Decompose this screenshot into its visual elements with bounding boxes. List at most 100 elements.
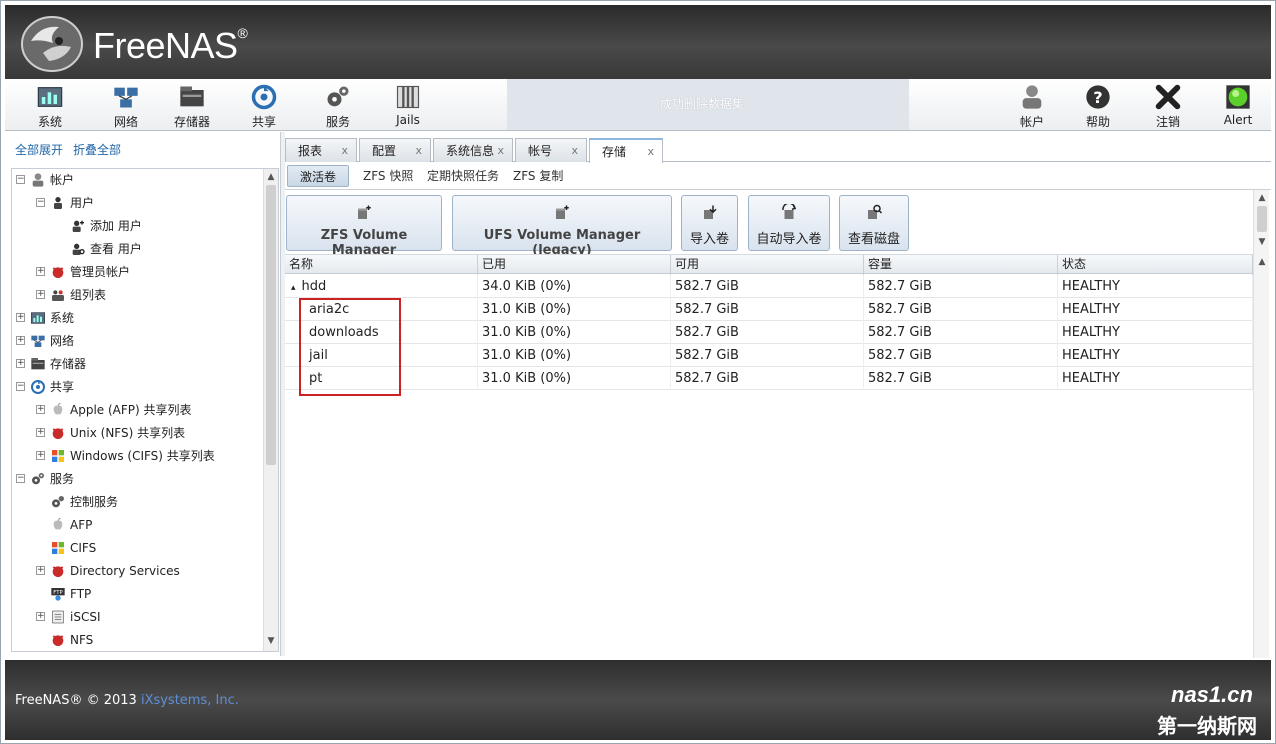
control-services-icon: [52, 496, 64, 508]
expand-icon[interactable]: +: [16, 359, 25, 368]
close-icon[interactable]: x: [647, 140, 654, 164]
collapse-icon[interactable]: −: [36, 198, 45, 207]
grid-scrollbar[interactable]: ▲: [1253, 254, 1269, 658]
column-header[interactable]: 状态: [1058, 255, 1253, 275]
expand-icon[interactable]: +: [36, 612, 45, 621]
scroll-up-icon[interactable]: ▲: [266, 171, 276, 183]
collapse-all-link[interactable]: 折叠全部: [73, 143, 121, 157]
tree-item[interactable]: − 共享: [12, 376, 262, 398]
toolbar-logout-button[interactable]: 注销: [1141, 81, 1195, 129]
action-button-0[interactable]: ZFS Volume Manager: [286, 195, 442, 258]
collapse-icon[interactable]: −: [16, 474, 25, 483]
expand-icon[interactable]: +: [36, 405, 45, 414]
expand-icon[interactable]: +: [36, 566, 45, 575]
action-button-4[interactable]: 查看磁盘: [839, 195, 909, 251]
subtab-1[interactable]: ZFS 快照: [363, 165, 413, 187]
table-row[interactable]: downloads 31.0 KiB (0%) 582.7 GiB 582.7 GiB…: [285, 321, 1253, 344]
tree-item[interactable]: CIFS: [12, 537, 262, 559]
tree-scrollbar[interactable]: ▲ ▼: [263, 169, 278, 651]
scroll-up-icon[interactable]: ▲: [1257, 256, 1267, 268]
toolbar-account-button[interactable]: 帐户: [1005, 81, 1059, 129]
toolbar-sharing-button[interactable]: 共享: [237, 81, 291, 129]
collapse-icon[interactable]: ▴: [291, 283, 296, 293]
table-row[interactable]: ▴ hdd 34.0 KiB (0%) 582.7 GiB 582.7 GiB HEALT…: [285, 275, 1253, 298]
close-icon[interactable]: x: [497, 139, 504, 163]
tab-label: 配置: [372, 144, 397, 158]
subtab-3[interactable]: ZFS 复制: [513, 165, 563, 187]
table-row[interactable]: pt 31.0 KiB (0%) 582.7 GiB 582.7 GiB HEALTHY: [285, 367, 1253, 390]
tree-item-label: 服务: [50, 472, 75, 486]
tree-item[interactable]: + 存储器: [12, 353, 262, 375]
scroll-down-icon[interactable]: ▼: [266, 635, 276, 647]
tree-item[interactable]: 添加 用户: [12, 215, 262, 237]
tree-item[interactable]: + 系统: [12, 307, 262, 329]
jails-icon: [396, 85, 420, 109]
action-button-1[interactable]: UFS Volume Manager (legacy): [452, 195, 672, 258]
tree-item[interactable]: + Directory Services: [12, 560, 262, 582]
toolbar-system-button[interactable]: 系统: [23, 81, 77, 129]
scroll-up-icon[interactable]: ▲: [1257, 192, 1267, 204]
column-header[interactable]: 容量: [864, 255, 1058, 275]
tree-item[interactable]: NFS: [12, 629, 262, 651]
expand-icon[interactable]: +: [36, 428, 45, 437]
tree-item[interactable]: + 管理员帐户: [12, 261, 262, 283]
toolbar-network-button[interactable]: 网络: [99, 81, 153, 129]
expand-all-link[interactable]: 全部展开: [15, 143, 63, 157]
tree-scroll-thumb[interactable]: [266, 185, 276, 465]
collapse-icon[interactable]: −: [16, 175, 25, 184]
column-header[interactable]: 名称: [285, 255, 478, 275]
close-icon[interactable]: x: [341, 139, 348, 163]
tree-item[interactable]: + 组列表: [12, 284, 262, 306]
toolbar-jails-button[interactable]: Jails: [381, 81, 435, 129]
close-icon[interactable]: x: [415, 139, 422, 163]
tree-item[interactable]: AFP: [12, 514, 262, 536]
sharing-icon: [251, 84, 277, 110]
column-header[interactable]: 已用: [478, 255, 671, 275]
tab-4[interactable]: 存储 x: [589, 138, 663, 163]
tree-item[interactable]: 查看 用户: [12, 238, 262, 260]
toolbar-storage-button[interactable]: 存储器: [165, 81, 219, 129]
group-icon: [52, 290, 64, 301]
tree-item-label: iSCSI: [70, 610, 101, 624]
close-icon[interactable]: x: [571, 139, 578, 163]
dataset-name: hdd: [301, 279, 327, 294]
expand-icon[interactable]: +: [16, 336, 25, 345]
subtab-2[interactable]: 定期快照任务: [427, 165, 499, 187]
expand-icon[interactable]: +: [36, 267, 45, 276]
table-row[interactable]: jail 31.0 KiB (0%) 582.7 GiB 582.7 GiB HEALT…: [285, 344, 1253, 367]
tree-item[interactable]: 控制服务: [12, 491, 262, 513]
action-scrollbar[interactable]: ▲ ▼: [1253, 190, 1269, 254]
tree-item[interactable]: + 网络: [12, 330, 262, 352]
tree-item[interactable]: + Apple (AFP) 共享列表: [12, 399, 262, 421]
tree-item[interactable]: FTP FTP: [12, 583, 262, 605]
expand-icon[interactable]: +: [36, 451, 45, 460]
tree-item[interactable]: − 用户: [12, 192, 262, 214]
toolbar-help-button[interactable]: ? 帮助: [1071, 81, 1125, 129]
toolbar-alert-button[interactable]: Alert: [1211, 81, 1265, 129]
column-header[interactable]: 可用: [671, 255, 864, 275]
tree-item[interactable]: + Windows (CIFS) 共享列表: [12, 445, 262, 467]
collapse-icon[interactable]: −: [16, 382, 25, 391]
tab-1[interactable]: 配置 x: [359, 138, 431, 162]
action-scroll-thumb[interactable]: [1257, 206, 1267, 232]
tab-0[interactable]: 报表 x: [285, 138, 357, 162]
tree-item[interactable]: − 帐户: [12, 169, 262, 191]
tab-2[interactable]: 系统信息 x: [433, 138, 513, 162]
table-row[interactable]: aria2c 31.0 KiB (0%) 582.7 GiB 582.7 GiB HEA…: [285, 298, 1253, 321]
action-button-3[interactable]: 自动导入卷: [748, 195, 830, 251]
tree-item[interactable]: − 服务: [12, 468, 262, 490]
expand-icon[interactable]: +: [36, 290, 45, 299]
tab-3[interactable]: 帐号 x: [515, 138, 587, 162]
company-link[interactable]: iXsystems, Inc.: [141, 693, 239, 708]
tree-item[interactable]: + iSCSI: [12, 606, 262, 628]
expand-icon[interactable]: +: [16, 313, 25, 322]
subtab-0[interactable]: 激活卷: [287, 165, 350, 187]
watermark-top-text: nas1.cn: [1171, 682, 1253, 707]
toolbar-services-button[interactable]: 服务: [311, 81, 365, 129]
tree-item-label: 添加 用户: [90, 219, 142, 233]
tree-item[interactable]: + Unix (NFS) 共享列表: [12, 422, 262, 444]
footer-bar: FreeNAS® © 2013 iXsystems, Inc. nas1.cn …: [5, 660, 1271, 740]
scroll-down-icon[interactable]: ▼: [1257, 236, 1267, 248]
tree-item-label: FTP: [70, 587, 92, 601]
action-button-2[interactable]: 导入卷: [681, 195, 738, 251]
